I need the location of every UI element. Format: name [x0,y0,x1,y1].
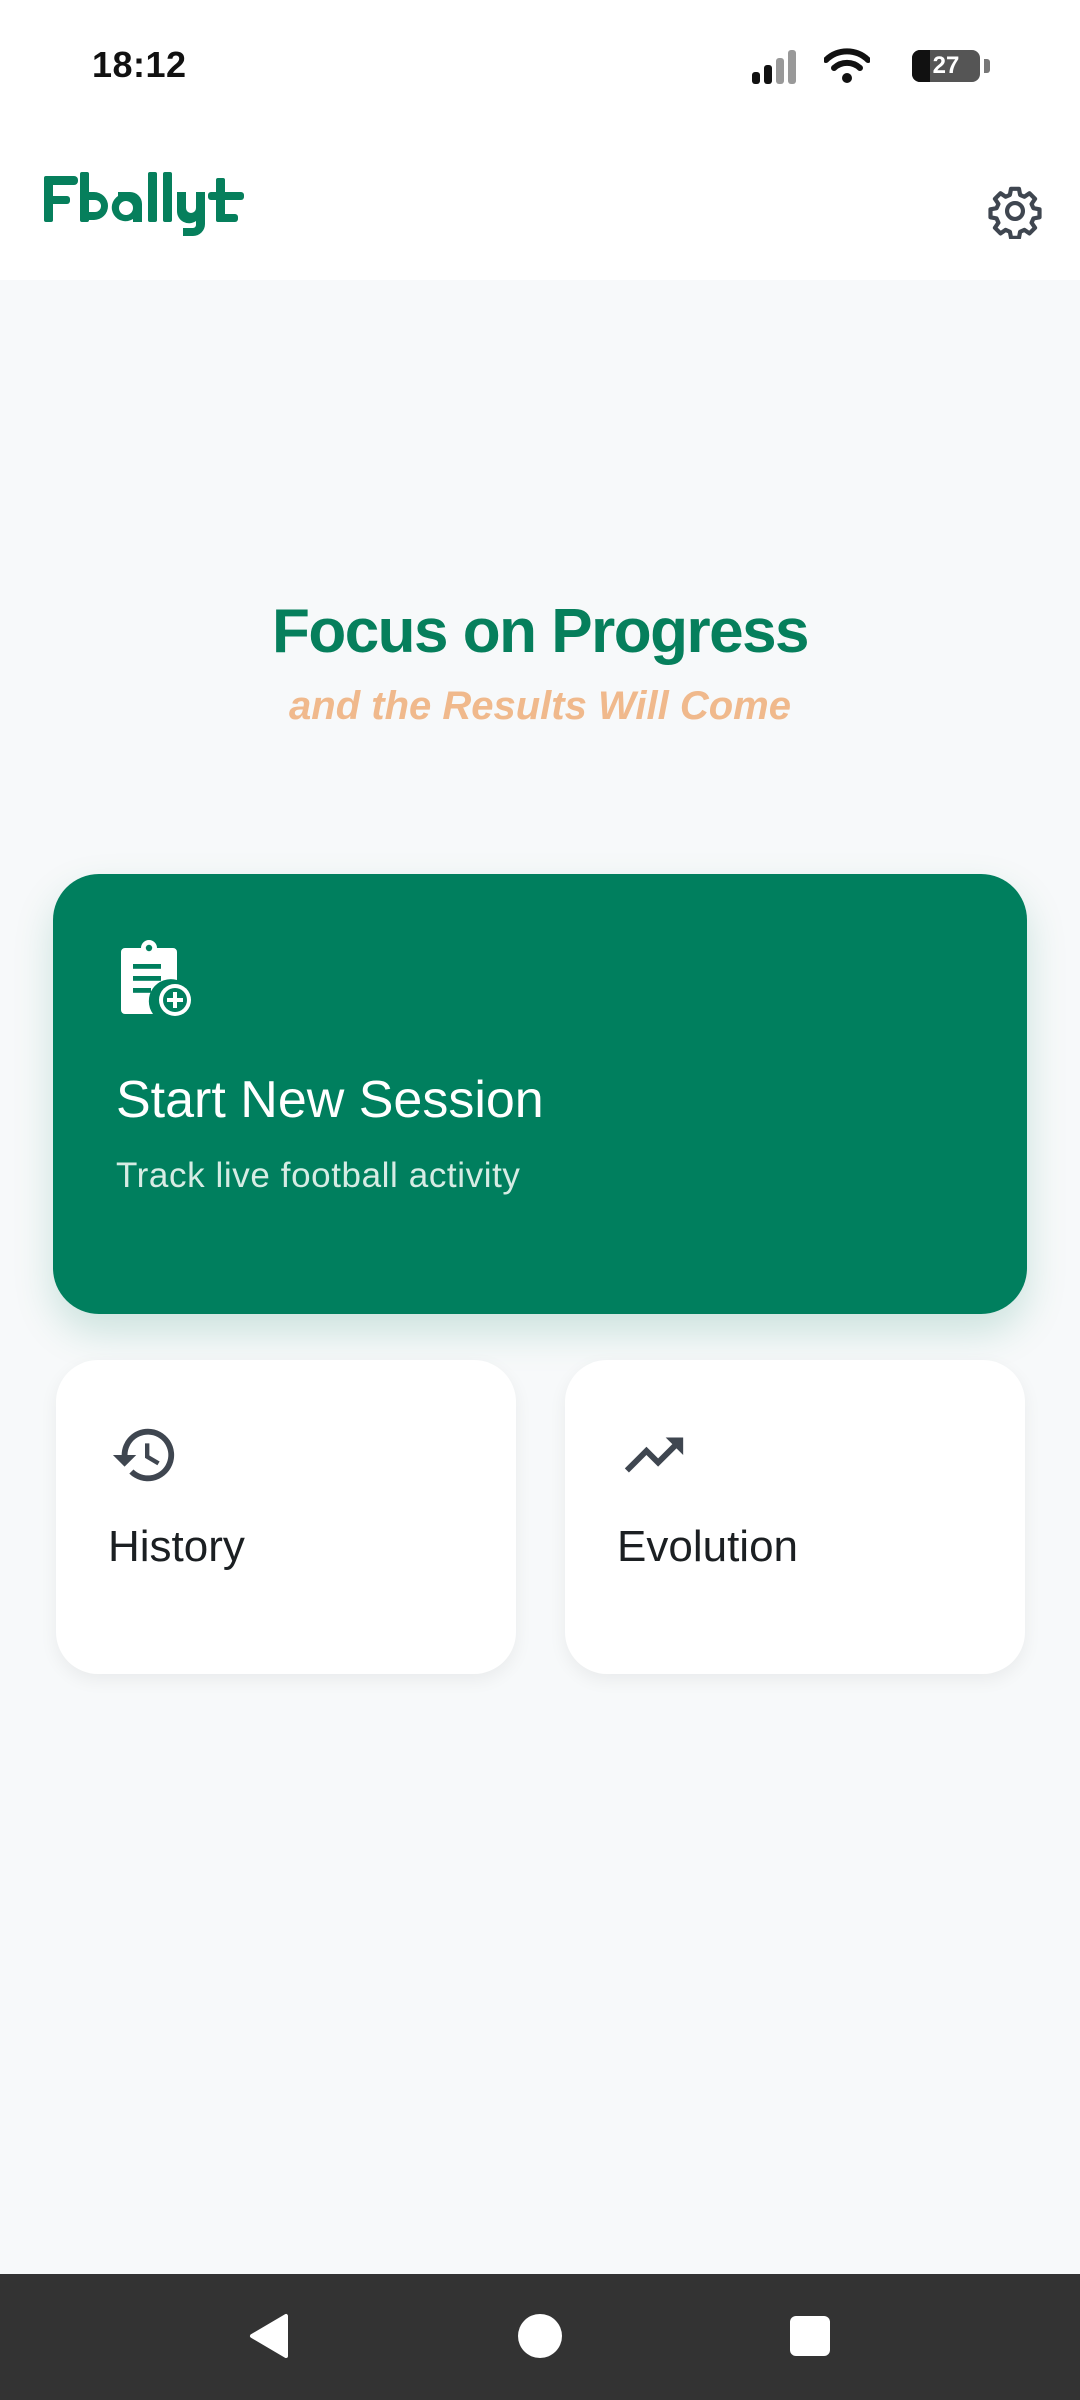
evolution-label: Evolution [617,1522,799,1571]
history-label: History [108,1522,245,1571]
tagline: Focus on Progress and the Results Will C… [0,596,1080,730]
evolution-card[interactable]: Evolution [565,1360,1025,1674]
home-icon[interactable] [516,2312,564,2360]
wifi-icon [824,48,870,83]
cellular-signal-icon [752,50,796,84]
recent-apps-icon[interactable] [786,2312,834,2360]
tagline-title: Focus on Progress [271,597,810,666]
back-icon[interactable] [246,2312,294,2360]
trending-up-icon [624,1437,684,1473]
tagline-subtitle: and the Results Will Come [289,684,791,728]
app-header [0,130,1080,280]
battery-icon: 27 [912,50,990,82]
history-icon [112,1428,175,1482]
history-card[interactable]: History [56,1360,516,1674]
app-logo [44,172,244,236]
gear-icon [988,186,1042,239]
start-session-subtitle: Track live football activity [116,1156,521,1195]
clipboard-add-icon [121,940,191,1016]
start-new-session-card[interactable]: Start New Session Track live football ac… [53,874,1027,1314]
system-navigation-bar [0,2274,1080,2400]
status-bar: 18:12 27 [0,0,1080,130]
start-session-title: Start New Session [116,1071,544,1129]
battery-level: 27 [932,52,960,79]
status-time: 18:12 [92,44,187,85]
settings-button[interactable] [980,176,1050,246]
